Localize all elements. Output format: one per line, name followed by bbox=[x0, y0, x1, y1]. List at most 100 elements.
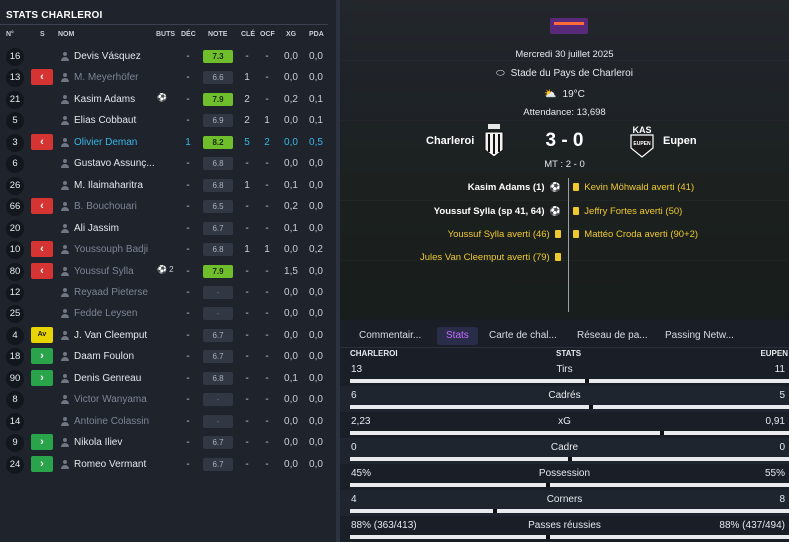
col-header-pda[interactable]: PDA bbox=[309, 31, 324, 38]
col-header-note[interactable]: NOTE bbox=[208, 31, 227, 38]
player-row[interactable]: 16 Devis Vásquez - - - 0,0 0,0 7.3 bbox=[0, 46, 330, 67]
player-row[interactable]: 20 Ali Jassim - - - 0,1 0,0 6.7 bbox=[0, 218, 330, 239]
away-team-name[interactable]: Eupen bbox=[663, 135, 697, 147]
substitution-in-icon[interactable]: › bbox=[31, 434, 53, 451]
player-row[interactable]: 18 › Daam Foulon - - - 0,0 0,0 6.7 bbox=[0, 346, 330, 367]
stat-cle: - bbox=[245, 351, 249, 363]
player-row[interactable]: 9 › Nikola Iliev - - - 0,0 0,0 6.7 bbox=[0, 432, 330, 453]
substitution-in-icon[interactable]: › bbox=[31, 455, 53, 472]
player-name[interactable]: Kasim Adams bbox=[74, 94, 156, 105]
player-row[interactable]: 6 Gustavo Assunç... - - - 0,0 0,0 6.8 bbox=[0, 153, 330, 174]
col-header-ocf[interactable]: OCF bbox=[260, 31, 275, 38]
stat-dec: - bbox=[186, 329, 190, 341]
player-name[interactable]: Fedde Leysen bbox=[74, 308, 156, 319]
player-row[interactable]: 10 ‹ Youssouph Badji - 1 1 0,0 0,2 6.8 bbox=[0, 239, 330, 260]
substitution-out-icon[interactable]: ‹ bbox=[31, 241, 53, 258]
col-header-num[interactable]: N° bbox=[6, 31, 14, 38]
player-row[interactable]: 8 Victor Wanyama - - -0,0 0,0- bbox=[0, 389, 330, 410]
player-name[interactable]: Youssuf Sylla bbox=[74, 266, 156, 277]
col-header-name[interactable]: NOM bbox=[58, 31, 74, 38]
timeline-divider bbox=[568, 178, 569, 312]
player-name[interactable]: Victor Wanyama bbox=[74, 394, 156, 405]
player-name[interactable]: Olivier Deman bbox=[74, 137, 156, 148]
tab-stats[interactable]: Stats bbox=[437, 327, 478, 345]
col-header-dec[interactable]: DÉC bbox=[181, 31, 196, 38]
player-row[interactable]: 12 Reyaad Pieterse - - -0,0 0,0- bbox=[0, 282, 330, 303]
substitution-av-icon[interactable]: Av bbox=[31, 326, 53, 343]
player-name[interactable]: Elias Cobbaut bbox=[74, 115, 156, 126]
col-header-s[interactable]: S bbox=[40, 31, 45, 38]
stat-ocf: - bbox=[265, 179, 269, 191]
player-row[interactable]: 90 › Denis Genreau - - - 0,1 0,0 6.8 bbox=[0, 368, 330, 389]
rating-badge: 6.7 bbox=[203, 457, 233, 471]
stat-bar-home bbox=[350, 483, 546, 487]
tab-passing-network[interactable]: Passing Netw... bbox=[665, 327, 734, 345]
player-name[interactable]: J. Van Cleemput bbox=[74, 330, 156, 341]
rating-badge: 6.7 bbox=[203, 436, 233, 450]
player-row[interactable]: 4 Av J. Van Cleemput - - - 0,0 0,0 6.7 bbox=[0, 325, 330, 346]
stat-dec: - bbox=[186, 158, 190, 170]
event-text: Youssuf Sylla averti (46) bbox=[447, 229, 550, 240]
col-header-cle[interactable]: CLÉ bbox=[241, 31, 255, 38]
player-name[interactable]: Devis Vásquez bbox=[74, 51, 156, 62]
tab-pass-network[interactable]: Réseau de pa... bbox=[577, 327, 648, 345]
stat-bar-away bbox=[593, 405, 789, 409]
player-row[interactable]: 3 ‹ Olivier Deman 1 5 2 0,0 0,5 8.2 bbox=[0, 132, 330, 153]
player-row[interactable]: 21 Kasim Adams ⚽ - 2 - 0,2 0,1 7.9 bbox=[0, 89, 330, 110]
stat-row: 4 Corners 8 bbox=[340, 490, 789, 516]
player-number: 13 bbox=[6, 69, 24, 88]
tab-shot-map[interactable]: Carte de chal... bbox=[489, 327, 557, 345]
player-name[interactable]: Youssouph Badji bbox=[74, 244, 156, 255]
player-name[interactable]: Romeo Vermant bbox=[74, 459, 156, 470]
col-header-xg[interactable]: XG bbox=[286, 31, 296, 38]
stadium-info: ⬭ Stade du Pays de Charleroi bbox=[340, 68, 789, 79]
player-name[interactable]: M. Meyerhöfer bbox=[74, 72, 156, 83]
player-row[interactable]: 26 M. Ilaimaharitra - 1 - 0,1 0,0 6.8 bbox=[0, 175, 330, 196]
substitution-in-icon[interactable]: › bbox=[31, 348, 53, 365]
away-crest-icon[interactable]: KAS EUPEN bbox=[627, 124, 657, 158]
stat-cle: 2 bbox=[244, 115, 250, 127]
substitution-in-icon[interactable]: › bbox=[31, 369, 53, 386]
substitution-out-icon[interactable]: ‹ bbox=[31, 198, 53, 215]
player-name[interactable]: Reyaad Pieterse bbox=[74, 287, 156, 298]
player-number: 6 bbox=[6, 155, 24, 174]
player-icon bbox=[61, 245, 69, 255]
stat-ocf: 1 bbox=[264, 115, 270, 127]
stadium-name: Stade du Pays de Charleroi bbox=[510, 68, 633, 79]
player-name[interactable]: Nikola Iliev bbox=[74, 437, 156, 448]
player-row[interactable]: 80 ‹ Youssuf Sylla ⚽ 2 - - - 1,5 0,0 7.9 bbox=[0, 261, 330, 282]
stat-xg: 0,0 bbox=[284, 308, 298, 320]
player-name[interactable]: B. Bouchouari bbox=[74, 201, 156, 212]
substitution-out-icon[interactable]: ‹ bbox=[31, 262, 53, 279]
player-name[interactable]: M. Ilaimaharitra bbox=[74, 180, 156, 191]
yellow-card-icon bbox=[573, 230, 579, 238]
stat-cle: - bbox=[245, 329, 249, 341]
weather-info: ⛅ 19°C bbox=[340, 89, 789, 100]
player-row[interactable]: 24 › Romeo Vermant - - - 0,0 0,0 6.7 bbox=[0, 454, 330, 475]
player-row[interactable]: 13 ‹ M. Meyerhöfer - 1 - 0,0 0,0 6.6 bbox=[0, 67, 330, 88]
stat-label: Tirs bbox=[556, 364, 573, 375]
player-row[interactable]: 14 Antoine Colassin - - -0,0 0,0- bbox=[0, 411, 330, 432]
col-header-buts[interactable]: BUTS bbox=[156, 31, 175, 38]
player-row[interactable]: 25 Fedde Leysen - - -0,0 0,0- bbox=[0, 303, 330, 324]
player-name[interactable]: Daam Foulon bbox=[74, 351, 156, 362]
stat-ocf: - bbox=[265, 93, 269, 105]
stat-dec: - bbox=[186, 415, 190, 427]
player-icon bbox=[61, 352, 69, 362]
stat-dec: - bbox=[186, 51, 190, 62]
substitution-out-icon[interactable]: ‹ bbox=[31, 69, 53, 86]
player-name[interactable]: Ali Jassim bbox=[74, 223, 156, 234]
stat-bar-away bbox=[550, 535, 789, 539]
rating-badge: 6.7 bbox=[203, 350, 233, 364]
player-row[interactable]: 5 Elias Cobbaut - 2 1 0,0 0,1 6.9 bbox=[0, 110, 330, 131]
substitution-out-icon[interactable]: ‹ bbox=[31, 133, 53, 150]
player-name[interactable]: Gustavo Assunç... bbox=[74, 158, 156, 169]
event-home: Jules Van Cleemput averti (79) bbox=[420, 252, 561, 263]
player-name[interactable]: Denis Genreau bbox=[74, 373, 156, 384]
tab-commentary[interactable]: Commentair... bbox=[359, 327, 421, 345]
stat-pda: 0,1 bbox=[309, 115, 323, 127]
stat-xg: 0,0 bbox=[284, 458, 298, 470]
player-name[interactable]: Antoine Colassin bbox=[74, 416, 156, 427]
player-row[interactable]: 66 ‹ B. Bouchouari - - - 0,2 0,0 6.5 bbox=[0, 196, 330, 217]
stat-dec: - bbox=[186, 351, 190, 363]
